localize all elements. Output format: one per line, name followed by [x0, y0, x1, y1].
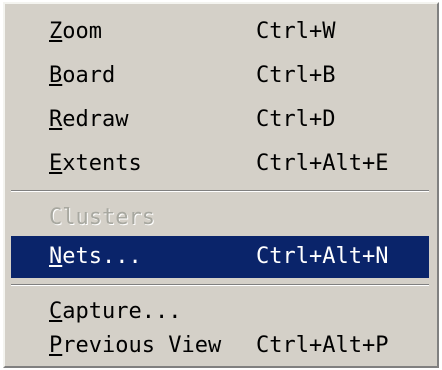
context-menu: Zoom Ctrl+W Board Ctrl+B Redraw Ctrl+D E… [3, 2, 439, 368]
shortcut-text: Ctrl+D [256, 107, 336, 132]
label-text: edraw [62, 107, 129, 132]
label-text: xtents [62, 151, 142, 176]
shortcut-text: Ctrl+Alt+E [256, 151, 389, 176]
menu-item-clusters: Clusters [11, 198, 429, 238]
mnemonic-letter: E [49, 151, 63, 176]
menu-item-label: Board [49, 56, 115, 96]
mnemonic-letter: B [49, 63, 63, 88]
menu-item-label: Nets... [49, 236, 142, 278]
menu-separator [11, 284, 429, 286]
menu-item-board[interactable]: Board Ctrl+B [11, 56, 429, 96]
mnemonic-letter: N [49, 244, 63, 269]
menu-item-label: Previous View [49, 326, 221, 366]
menu-item-label: Extents [49, 144, 142, 184]
mnemonic-letter: R [49, 107, 63, 132]
menu-item-label: Redraw [49, 100, 128, 140]
label-text: oom [62, 19, 102, 44]
label-text: oard [62, 63, 116, 88]
shortcut-text: Ctrl+W [256, 19, 336, 44]
menu-item-previous-view[interactable]: Previous View Ctrl+Alt+P [11, 326, 429, 366]
menu-item-zoom[interactable]: Zoom Ctrl+W [11, 12, 429, 52]
label-text: apture... [62, 299, 182, 324]
mnemonic-letter: Z [49, 19, 63, 44]
mnemonic-letter: C [49, 299, 63, 324]
menu-item-redraw[interactable]: Redraw Ctrl+D [11, 100, 429, 140]
menu-item-label: Clusters [49, 198, 155, 238]
mnemonic-letter: P [49, 333, 63, 358]
menu-item-extents[interactable]: Extents Ctrl+Alt+E [11, 144, 429, 184]
shortcut-text: Ctrl+Alt+N [256, 244, 389, 269]
shortcut-text: Ctrl+B [256, 63, 336, 88]
menu-separator [11, 190, 429, 192]
label-text: Clusters [49, 205, 155, 230]
shortcut-text: Ctrl+Alt+P [256, 333, 389, 358]
label-text: revious View [62, 333, 222, 358]
label-text: ets... [62, 244, 142, 269]
menu-item-label: Zoom [49, 12, 102, 52]
menu-item-nets[interactable]: Nets... Ctrl+Alt+N [11, 236, 429, 278]
